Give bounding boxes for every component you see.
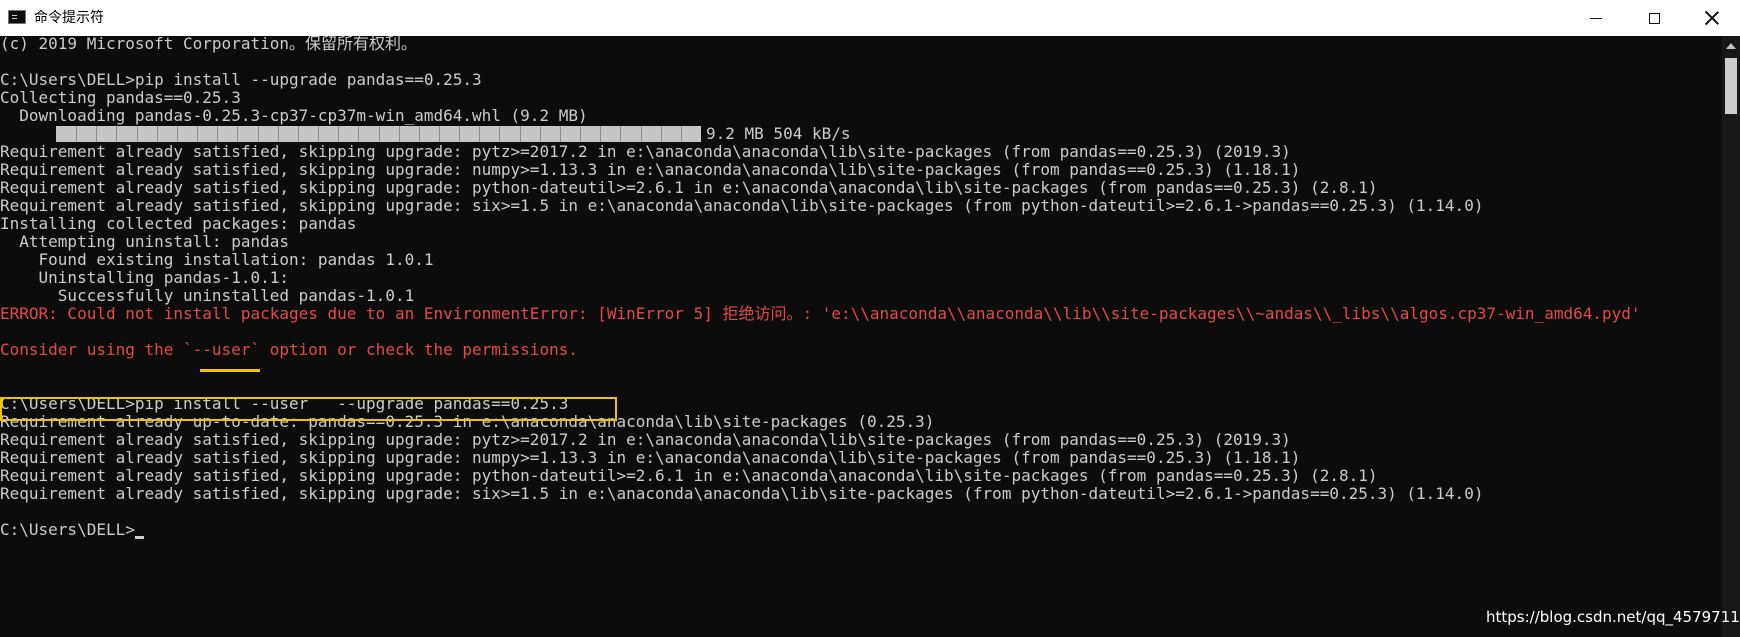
progress-block-separator [540,126,541,142]
error-hint-line: Consider using the `--user` option or ch… [0,340,578,359]
progress-block-separator [479,126,480,142]
progress-block-separator [681,126,682,142]
scroll-up-arrow-icon[interactable] [1726,43,1736,49]
console-line: Requirement already satisfied, skipping … [0,448,1301,467]
progress-bar [56,126,701,142]
progress-block-separator [298,126,299,142]
progress-block-separator [399,126,400,142]
progress-block-separator [499,126,500,142]
console-line: Requirement already satisfied, skipping … [0,160,1301,179]
progress-block-separator [419,126,420,142]
progress-block-separator [661,126,662,142]
minimize-icon [1590,17,1602,19]
progress-block-separator [358,126,359,142]
minimize-button[interactable] [1567,0,1625,36]
console-line: Uninstalling pandas-1.0.1: [0,268,289,287]
title-bar[interactable]: 命令提示符 [0,0,1740,36]
progress-block-separator [278,126,279,142]
watermark: https://blog.csdn.net/qq_4579711 [1486,608,1740,626]
progress-block-separator [137,126,138,142]
console-line: Collecting pandas==0.25.3 [0,88,241,107]
cmd-window: 命令提示符 (c) 2019 Microsoft Corporation。保留所… [0,0,1740,637]
progress-block-separator [641,126,642,142]
console-line: Found existing installation: pandas 1.0.… [0,250,434,269]
progress-block-separator [439,126,440,142]
maximize-icon [1648,12,1660,24]
progress-block-separator [459,126,460,142]
user-option-underline [200,369,260,372]
progress-block-separator [76,126,77,142]
progress-block-separator [116,126,117,142]
progress-block-separator [258,126,259,142]
progress-block-separator [620,126,621,142]
console-line: Requirement already satisfied, skipping … [0,466,1378,485]
window-title: 命令提示符 [34,10,104,26]
text-cursor [134,536,144,539]
error-line: ERROR: Could not install packages due to… [0,304,1641,323]
progress-block-separator [600,126,601,142]
progress-block-separator [338,126,339,142]
console-line: Installing collected packages: pandas [0,214,357,233]
console-line: Attempting uninstall: pandas [0,232,289,251]
close-icon [1705,11,1719,25]
progress-block-separator [157,126,158,142]
maximize-button[interactable] [1625,0,1683,36]
progress-block-separator [177,126,178,142]
cmd-icon [8,10,26,24]
command-highlight-box [0,397,617,421]
prompt-line[interactable]: C:\Users\DELL> [0,520,144,540]
progress-block-separator [560,126,561,142]
console-output[interactable]: (c) 2019 Microsoft Corporation。保留所有权利。 C… [0,36,1722,637]
progress-block-separator [237,126,238,142]
progress-block-separator [217,126,218,142]
vertical-scrollbar[interactable] [1722,36,1740,637]
prompt-text: C:\Users\DELL> [0,520,135,539]
console-line: (c) 2019 Microsoft Corporation。保留所有权利。 [0,36,417,53]
progress-block-separator [96,126,97,142]
console-line: C:\Users\DELL>pip install --upgrade pand… [0,70,482,89]
console-line: Requirement already satisfied, skipping … [0,196,1484,215]
progress-block-separator [318,126,319,142]
progress-block-separator [197,126,198,142]
progress-block-separator [379,126,380,142]
close-button[interactable] [1683,0,1740,36]
console-line: Requirement already satisfied, skipping … [0,142,1291,161]
console-line: Requirement already satisfied, skipping … [0,484,1484,503]
console-line: Downloading pandas-0.25.3-cp37-cp37m-win… [0,106,588,125]
progress-text: 9.2 MB 504 kB/s [706,124,851,143]
progress-block-separator [520,126,521,142]
console-line: Requirement already satisfied, skipping … [0,178,1378,197]
console-line: Requirement already satisfied, skipping … [0,430,1291,449]
console-line: Successfully uninstalled pandas-1.0.1 [0,286,415,305]
scroll-thumb[interactable] [1725,58,1737,114]
progress-block-separator [580,126,581,142]
